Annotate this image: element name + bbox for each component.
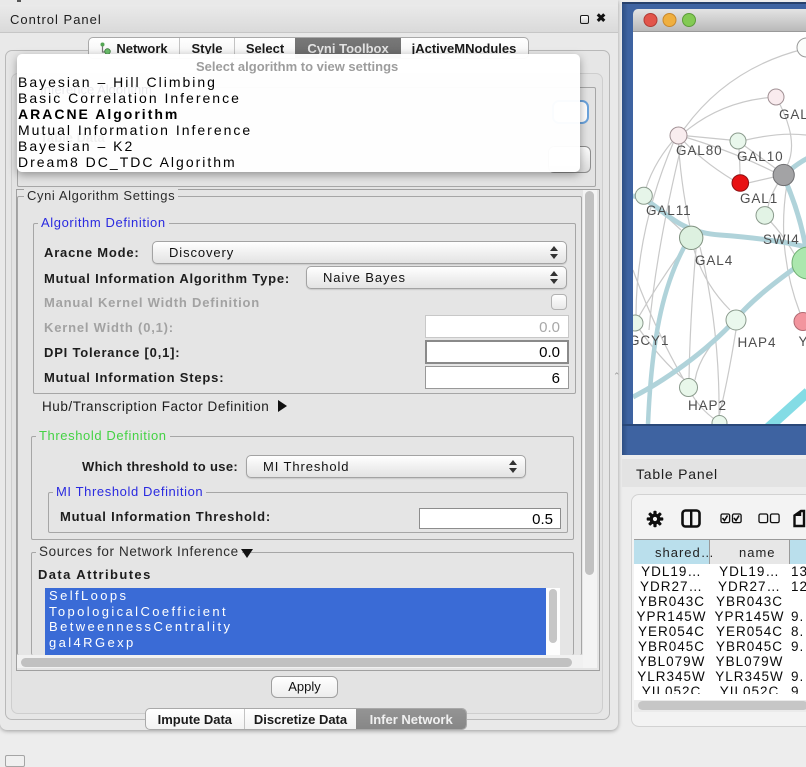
svg-text:GAL4: GAL4 (695, 253, 733, 268)
svg-text:HAP4: HAP4 (738, 335, 777, 350)
svg-text:GCY1: GCY1 (633, 333, 669, 348)
svg-text:GAL11: GAL11 (646, 203, 692, 218)
svg-text:GAL7: GAL7 (779, 107, 806, 122)
svg-text:HAP2: HAP2 (688, 398, 727, 413)
svg-text:YD: YD (799, 334, 806, 349)
svg-text:GAL10: GAL10 (737, 149, 784, 164)
svg-text:GAL80: GAL80 (676, 143, 723, 158)
svg-text:SWI4: SWI4 (763, 232, 800, 247)
svg-text:GAL1: GAL1 (740, 191, 778, 206)
